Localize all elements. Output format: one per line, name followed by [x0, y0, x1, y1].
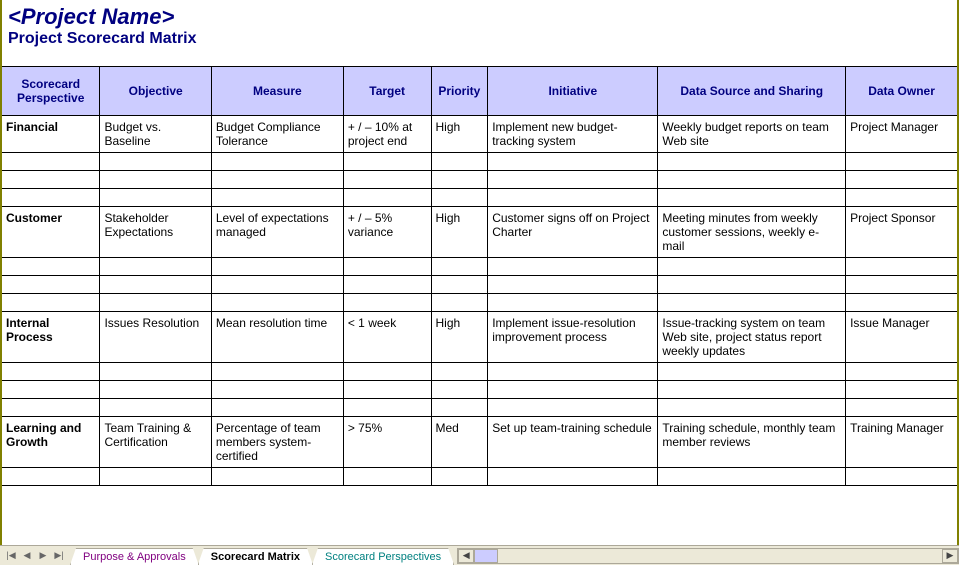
tab-scorecard-matrix[interactable]: Scorecard Matrix	[198, 548, 313, 565]
cell-target[interactable]: + / – 5% variance	[343, 207, 431, 258]
scroll-left-icon[interactable]: ◀	[458, 549, 474, 563]
header-perspective[interactable]: Scorecard Perspective	[2, 67, 100, 116]
cell-priority[interactable]: High	[431, 116, 488, 153]
cell-priority[interactable]: Med	[431, 417, 488, 468]
header-datasource[interactable]: Data Source and Sharing	[658, 67, 846, 116]
cell-initiative[interactable]: Customer signs off on Project Charter	[488, 207, 658, 258]
table-row-blank	[2, 276, 957, 294]
table-row: Internal Process Issues Resolution Mean …	[2, 312, 957, 363]
cell-dataowner[interactable]: Project Sponsor	[846, 207, 957, 258]
scroll-thumb[interactable]	[474, 549, 498, 563]
scorecard-table: Scorecard Perspective Objective Measure …	[2, 66, 957, 486]
tab-purpose-approvals[interactable]: Purpose & Approvals	[70, 548, 199, 565]
cell-perspective[interactable]: Customer	[2, 207, 100, 258]
cell-priority[interactable]: High	[431, 312, 488, 363]
header-objective[interactable]: Objective	[100, 67, 211, 116]
tab-scorecard-perspectives[interactable]: Scorecard Perspectives	[312, 548, 454, 565]
cell-objective[interactable]: Budget vs. Baseline	[100, 116, 211, 153]
cell-target[interactable]: < 1 week	[343, 312, 431, 363]
cell-datasource[interactable]: Meeting minutes from weekly customer ses…	[658, 207, 846, 258]
scroll-right-icon[interactable]: ▶	[942, 549, 958, 563]
cell-perspective[interactable]: Learning and Growth	[2, 417, 100, 468]
worksheet-content: <Project Name> Project Scorecard Matrix …	[0, 0, 959, 545]
tab-nav-first-icon[interactable]: |◀	[4, 549, 18, 563]
cell-measure[interactable]: Budget Compliance Tolerance	[211, 116, 343, 153]
cell-objective[interactable]: Team Training & Certification	[100, 417, 211, 468]
table-row: Customer Stakeholder Expectations Level …	[2, 207, 957, 258]
header-target[interactable]: Target	[343, 67, 431, 116]
cell-target[interactable]: + / – 10% at project end	[343, 116, 431, 153]
page-title: <Project Name>	[2, 0, 957, 30]
cell-priority[interactable]: High	[431, 207, 488, 258]
header-measure[interactable]: Measure	[211, 67, 343, 116]
cell-measure[interactable]: Level of expectations managed	[211, 207, 343, 258]
horizontal-scrollbar[interactable]: ◀ ▶	[457, 548, 959, 564]
cell-datasource[interactable]: Weekly budget reports on team Web site	[658, 116, 846, 153]
cell-measure[interactable]: Percentage of team members system-certif…	[211, 417, 343, 468]
header-initiative[interactable]: Initiative	[488, 67, 658, 116]
cell-objective[interactable]: Issues Resolution	[100, 312, 211, 363]
tab-nav-last-icon[interactable]: ▶|	[52, 549, 66, 563]
tab-nav-prev-icon[interactable]: ◀	[20, 549, 34, 563]
cell-objective[interactable]: Stakeholder Expectations	[100, 207, 211, 258]
tab-nav-next-icon[interactable]: ▶	[36, 549, 50, 563]
cell-datasource[interactable]: Issue-tracking system on team Web site, …	[658, 312, 846, 363]
sheet-tabs: Purpose & Approvals Scorecard Matrix Sco…	[70, 546, 453, 565]
tab-nav-buttons: |◀ ◀ ▶ ▶|	[0, 549, 70, 563]
table-row: Learning and Growth Team Training & Cert…	[2, 417, 957, 468]
table-row-blank	[2, 189, 957, 207]
table-row-blank	[2, 381, 957, 399]
cell-initiative[interactable]: Implement issue-resolution improvement p…	[488, 312, 658, 363]
table-row-blank	[2, 171, 957, 189]
cell-datasource[interactable]: Training schedule, monthly team member r…	[658, 417, 846, 468]
cell-perspective[interactable]: Internal Process	[2, 312, 100, 363]
header-dataowner[interactable]: Data Owner	[846, 67, 957, 116]
cell-dataowner[interactable]: Issue Manager	[846, 312, 957, 363]
cell-initiative[interactable]: Implement new budget-tracking system	[488, 116, 658, 153]
cell-initiative[interactable]: Set up team-training schedule	[488, 417, 658, 468]
header-priority[interactable]: Priority	[431, 67, 488, 116]
cell-perspective[interactable]: Financial	[2, 116, 100, 153]
cell-dataowner[interactable]: Training Manager	[846, 417, 957, 468]
table-header-row: Scorecard Perspective Objective Measure …	[2, 67, 957, 116]
table-row-blank	[2, 468, 957, 486]
table-row-blank	[2, 294, 957, 312]
table-row-blank	[2, 258, 957, 276]
table-row-blank	[2, 399, 957, 417]
cell-target[interactable]: > 75%	[343, 417, 431, 468]
table-row-blank	[2, 153, 957, 171]
table-row: Financial Budget vs. Baseline Budget Com…	[2, 116, 957, 153]
cell-dataowner[interactable]: Project Manager	[846, 116, 957, 153]
cell-measure[interactable]: Mean resolution time	[211, 312, 343, 363]
page-subtitle: Project Scorecard Matrix	[2, 30, 957, 66]
table-row-blank	[2, 363, 957, 381]
sheet-tabs-bar: |◀ ◀ ▶ ▶| Purpose & Approvals Scorecard …	[0, 545, 959, 565]
